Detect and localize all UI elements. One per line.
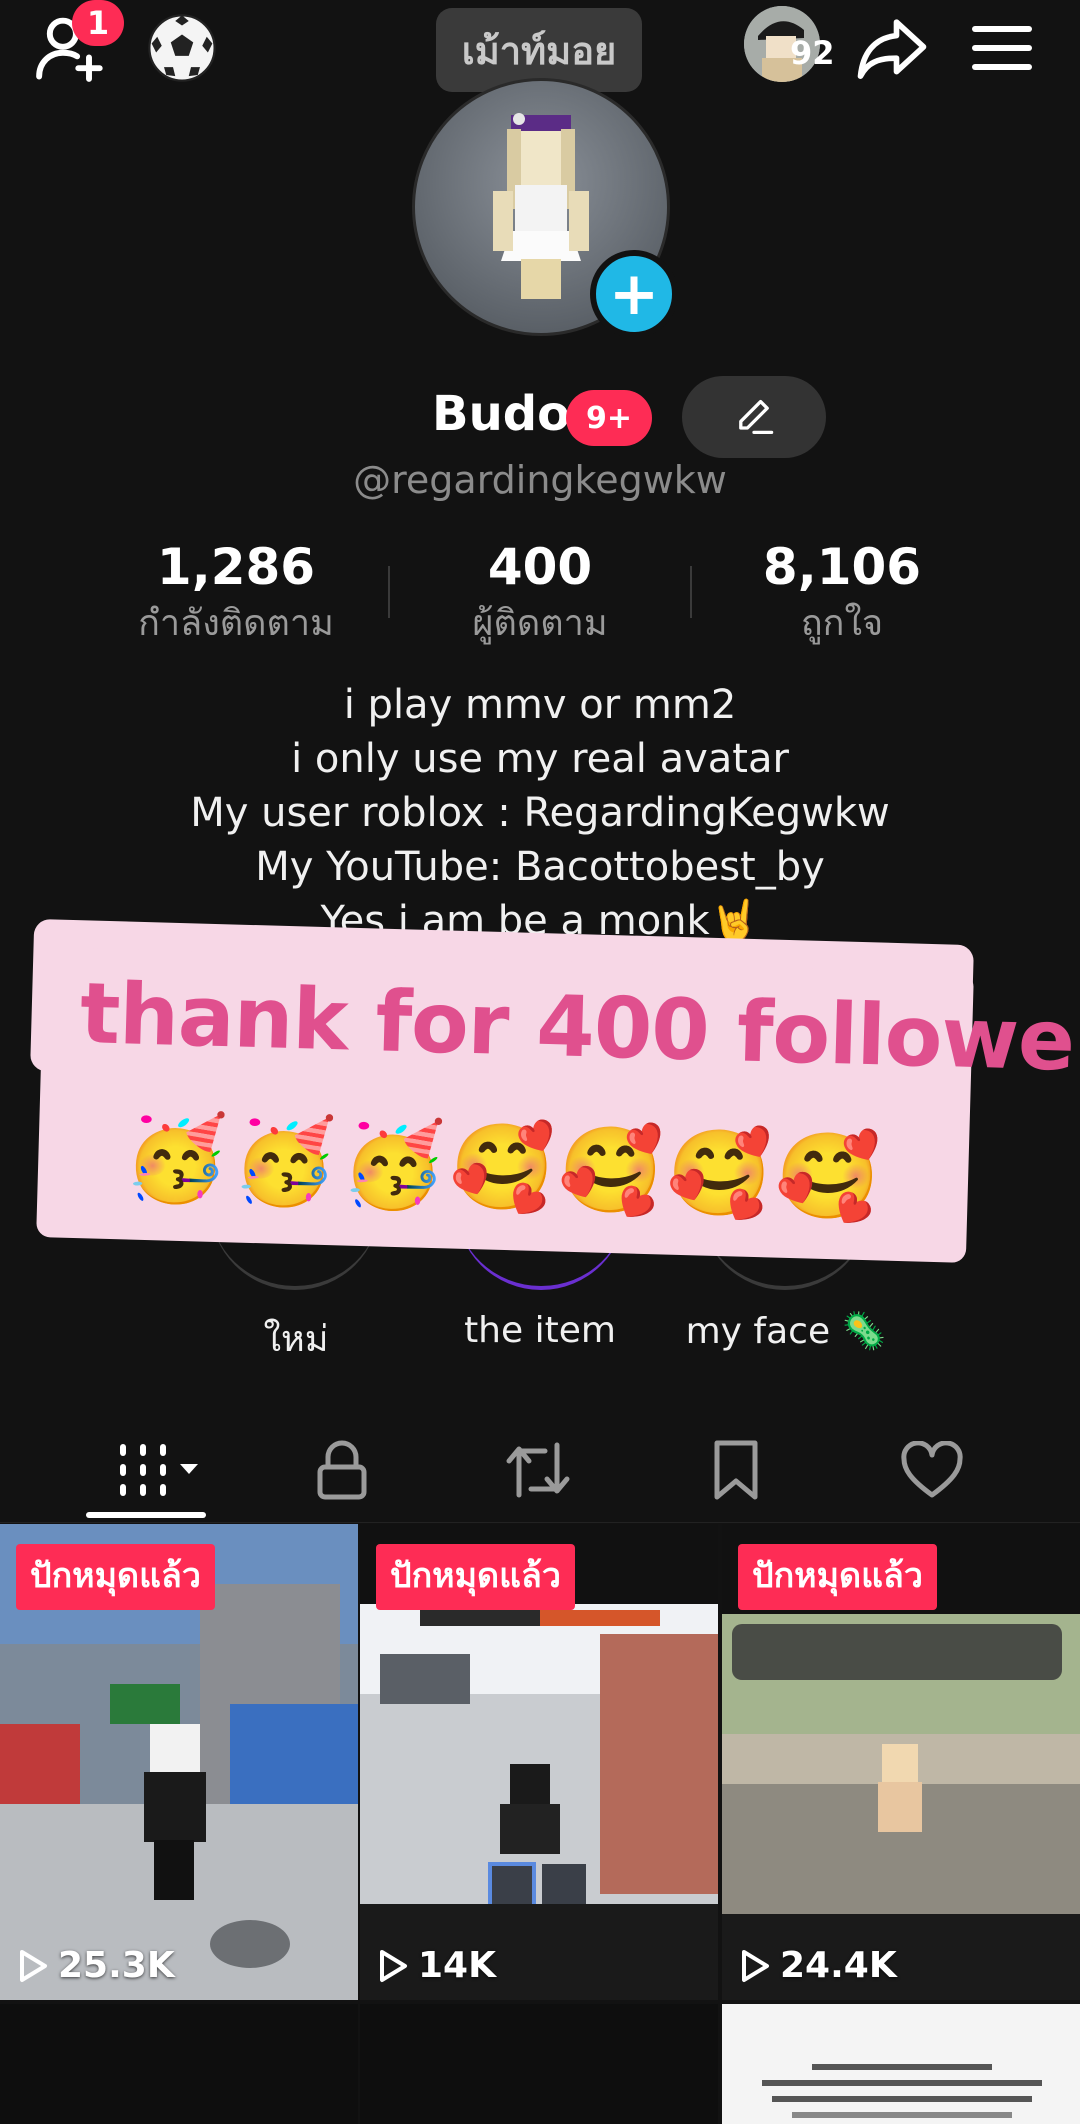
soccer-ball-button[interactable]: [142, 8, 222, 88]
highlight-label[interactable]: ใหม่: [176, 1310, 416, 1367]
sticker-emojis: 🥳🥳🥳🥰🥰🥰🥰: [122, 1107, 886, 1227]
display-name: Budo: [432, 386, 571, 442]
stat-value: 1,286: [156, 538, 316, 596]
tab-videos[interactable]: [100, 1420, 220, 1520]
grid-videos-icon: [120, 1444, 198, 1496]
plus-icon: +: [608, 259, 660, 329]
divider: [690, 566, 692, 618]
video-tile[interactable]: ปักหมุดแล้ว 25.3K: [0, 1524, 358, 2000]
stat-following[interactable]: 1,286 กำลังติดตาม: [106, 538, 366, 651]
highlight-label[interactable]: the item: [420, 1310, 660, 1351]
bio-line: i play mmv or mm2: [343, 682, 737, 728]
bio-line: i only use my real avatar: [291, 736, 789, 782]
badge-count: 9+: [566, 390, 652, 446]
pencil-icon: [739, 399, 774, 435]
view-count-text: 14K: [418, 1945, 496, 1986]
bio: i play mmv or mm2 i only use my real ava…: [0, 678, 1080, 948]
highlight-label[interactable]: my face 🦠: [666, 1310, 906, 1352]
bio-line: My user roblox : RegardingKegwkw: [190, 790, 890, 836]
menu-button[interactable]: [962, 8, 1042, 88]
share-arrow-icon: [857, 19, 927, 79]
pinned-badge: ปักหมุดแล้ว: [738, 1544, 937, 1610]
stat-value: 400: [487, 538, 593, 596]
lock-icon: [317, 1440, 367, 1500]
divider: [0, 1522, 1080, 1523]
bio-line: My YouTube: Bacottobest_by: [255, 844, 825, 890]
video-tile[interactable]: [0, 2004, 358, 2124]
play-icon: [20, 1949, 47, 1982]
active-tab-indicator: [86, 1512, 206, 1518]
stat-likes[interactable]: 8,106 ถูกใจ: [712, 538, 972, 651]
mini-avatar-count: 92: [790, 34, 835, 72]
video-thumbnail: [762, 2064, 1042, 2118]
pinned-badge: ปักหมุดแล้ว: [376, 1544, 575, 1610]
view-count: 24.4K: [740, 1945, 897, 1986]
repost-icon: [506, 1442, 570, 1498]
view-count-text: 25.3K: [58, 1945, 175, 1986]
video-tile[interactable]: [360, 2004, 718, 2124]
video-tile[interactable]: ปักหมุดแล้ว 24.4K: [722, 1524, 1080, 2000]
view-count: 25.3K: [18, 1945, 175, 1986]
video-tile[interactable]: [722, 2004, 1080, 2124]
share-button[interactable]: [852, 8, 932, 88]
tab-saved[interactable]: [676, 1420, 796, 1520]
edit-profile-button[interactable]: [682, 376, 826, 458]
soccer-ball-icon: [148, 14, 216, 82]
tab-liked[interactable]: [872, 1420, 992, 1520]
stat-label: ผู้ติดตาม: [472, 603, 608, 644]
content-tabs: [0, 1420, 1080, 1520]
heart-icon: [901, 1441, 963, 1498]
add-story-button[interactable]: +: [590, 250, 678, 338]
view-count-text: 24.4K: [780, 1945, 897, 1986]
stat-value: 8,106: [762, 538, 922, 596]
pinned-badge: ปักหมุดแล้ว: [16, 1544, 215, 1610]
hamburger-menu-icon: [972, 26, 1032, 70]
stat-label: ถูกใจ: [800, 603, 884, 644]
play-icon: [742, 1949, 769, 1982]
play-icon: [380, 1949, 407, 1982]
stat-followers[interactable]: 400 ผู้ติดตาม: [410, 538, 670, 651]
view-count: 14K: [378, 1945, 496, 1986]
divider: [388, 566, 390, 618]
notification-badge: 1: [72, 0, 124, 46]
tab-reposts[interactable]: [478, 1420, 598, 1520]
bookmark-icon: [714, 1440, 758, 1500]
username: @regardingkegwkw: [353, 458, 727, 502]
tab-private[interactable]: [282, 1420, 402, 1520]
stat-label: กำลังติดตาม: [138, 603, 334, 644]
video-tile[interactable]: ปักหมุดแล้ว 14K: [360, 1524, 718, 2000]
